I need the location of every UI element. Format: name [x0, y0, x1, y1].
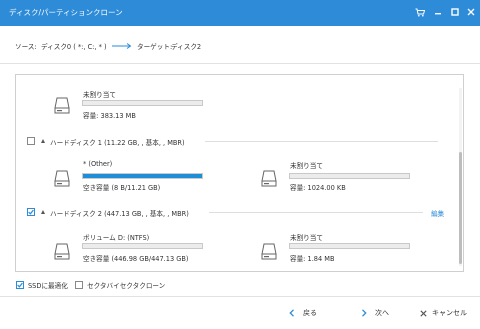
- checkmark-icon: [28, 209, 34, 215]
- divider: [209, 212, 423, 213]
- maximize-icon[interactable]: [448, 5, 462, 19]
- partition-name: * (Other): [83, 160, 113, 168]
- hard-drive-icon: [54, 170, 70, 187]
- sector-checkbox[interactable]: [75, 281, 83, 289]
- cancel-label: キャンセル: [432, 309, 467, 317]
- arrow-right-icon: [112, 43, 132, 49]
- scrollbar-thumb[interactable]: [459, 152, 462, 264]
- partition-name: ボリューム D: (NTFS): [83, 234, 150, 242]
- disk2-checkbox[interactable]: [27, 208, 35, 216]
- partition-usage-bar[interactable]: [82, 173, 203, 179]
- partition-name: 未割り当て: [290, 162, 323, 170]
- disk2-header: ハードディスク 2 (447.13 GB, , 基本, , MBR): [50, 210, 189, 218]
- footer-bar: 戻る 次へ キャンセル: [0, 296, 480, 329]
- hard-drive-icon: [54, 97, 70, 114]
- title-bar: ディスク/パーティションクローン: [0, 0, 480, 26]
- source-label: ソース:: [15, 43, 37, 51]
- partition-capacity: 容量: 1.84 MB: [290, 255, 335, 263]
- close-icon[interactable]: [464, 5, 478, 19]
- partition-usage-bar[interactable]: [289, 173, 410, 179]
- hard-drive-icon: [261, 170, 277, 187]
- chevron-right-icon: [359, 308, 369, 318]
- partition-capacity: 容量: 383.13 MB: [83, 112, 136, 120]
- cart-icon[interactable]: [413, 5, 427, 19]
- collapse-icon[interactable]: [41, 139, 45, 143]
- collapse-icon[interactable]: [41, 210, 45, 214]
- partition-capacity: 容量: 1024.00 KB: [290, 184, 346, 192]
- partition-capacity: 空き容量 (446.98 GB/447.13 GB): [83, 255, 189, 263]
- close-icon: [418, 308, 428, 318]
- ssd-checkbox[interactable]: [16, 281, 24, 289]
- ssd-label: SSDに最適化: [28, 282, 68, 290]
- cancel-button[interactable]: キャンセル: [418, 305, 467, 321]
- divider: [205, 141, 438, 142]
- checkmark-icon: [17, 282, 23, 288]
- hard-drive-icon: [54, 243, 70, 260]
- sector-option[interactable]: セクタバイセクタクローン: [75, 280, 165, 290]
- partition-name: 未割り当て: [290, 234, 323, 242]
- partition-usage-bar[interactable]: [289, 243, 410, 249]
- source-value: ディスク0 ( *:, C:, * ): [41, 43, 107, 51]
- partition-capacity: 空き容量 (8 B/11.21 GB): [83, 184, 161, 192]
- chevron-left-icon: [287, 308, 297, 318]
- window-title: ディスク/パーティションクローン: [9, 8, 123, 17]
- partition-usage-bar[interactable]: [82, 243, 203, 249]
- back-label: 戻る: [303, 309, 317, 317]
- back-button[interactable]: 戻る: [287, 305, 317, 321]
- partition-usage-bar: [82, 100, 203, 106]
- target-label: ターゲット:: [137, 43, 173, 51]
- disk-list-panel: 未割り当て 容量: 383.13 MB ハードディスク 1 (11.22 GB,…: [15, 74, 464, 272]
- next-label: 次へ: [375, 309, 389, 317]
- target-value: ディスク2: [171, 43, 202, 51]
- edit-link[interactable]: 編集: [431, 208, 444, 218]
- ssd-option[interactable]: SSDに最適化: [16, 280, 68, 290]
- sector-label: セクタバイセクタクローン: [87, 282, 166, 290]
- hard-drive-icon: [261, 243, 277, 260]
- minimize-icon[interactable]: [431, 5, 445, 19]
- clone-route: ソース: ディスク0 ( *:, C:, * ) ターゲット: ディスク2: [0, 26, 480, 64]
- disk1-checkbox[interactable]: [27, 137, 35, 145]
- disk1-header: ハードディスク 1 (11.22 GB, , 基本, , MBR): [50, 139, 185, 147]
- next-button[interactable]: 次へ: [359, 305, 389, 321]
- partition-name: 未割り当て: [83, 91, 116, 99]
